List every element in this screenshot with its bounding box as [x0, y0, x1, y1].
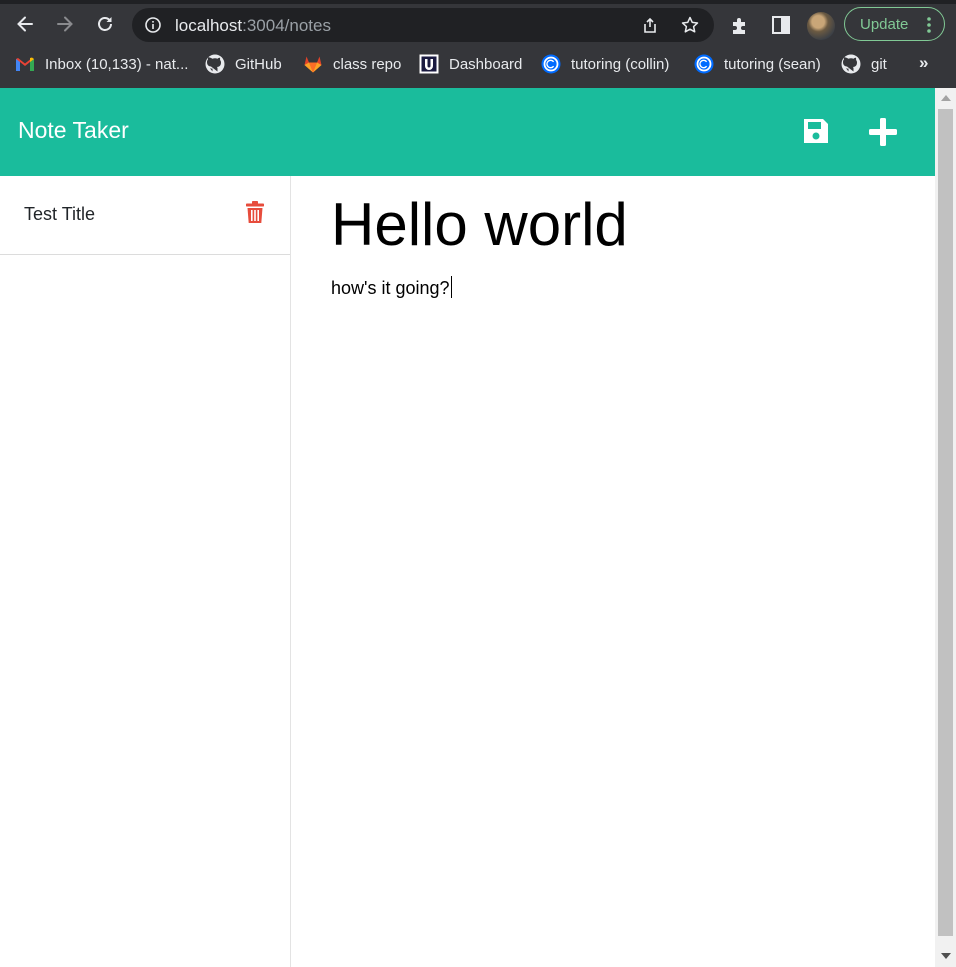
save-icon[interactable] — [801, 116, 831, 146]
text-cursor — [450, 276, 452, 298]
notes-sidebar: Test Title — [0, 176, 291, 967]
trash-icon[interactable] — [245, 201, 265, 224]
browser-toolbar: localhost:3004/notes Update — [0, 4, 956, 44]
scrollbar-thumb[interactable] — [938, 109, 953, 936]
calendly-icon — [541, 54, 561, 74]
bookmark-label: tutoring (collin) — [571, 55, 670, 73]
forward-button[interactable] — [50, 9, 80, 39]
more-menu-icon — [927, 17, 931, 33]
scroll-up-arrow-icon[interactable] — [941, 95, 951, 101]
gitlab-icon — [303, 54, 323, 74]
url-host: localhost — [175, 16, 243, 35]
note-editor: Hello world how's it going? — [291, 176, 935, 967]
note-text-value: how's it going? — [331, 278, 450, 298]
bookmark-git[interactable]: git — [841, 53, 887, 75]
bookmark-star-icon[interactable] — [680, 15, 700, 35]
bookmarks-overflow-button[interactable]: » — [919, 53, 928, 73]
github-icon — [841, 54, 861, 74]
bookmark-tutoring-sean[interactable]: tutoring (sean) — [694, 53, 821, 75]
note-title-input[interactable]: Hello world — [331, 190, 628, 259]
bookmark-dashboard[interactable]: Dashboard — [419, 53, 522, 75]
address-bar[interactable]: localhost:3004/notes — [132, 8, 714, 42]
update-button[interactable]: Update — [844, 7, 945, 41]
bookmark-label: class repo — [333, 55, 402, 73]
url-path: :3004/notes — [242, 16, 331, 35]
bookmark-tutoring-collin[interactable]: tutoring (collin) — [541, 53, 669, 75]
github-icon — [205, 54, 225, 74]
url-text[interactable]: localhost:3004/notes — [175, 16, 331, 36]
app-navbar: Note Taker — [0, 88, 935, 176]
bookmark-label: GitHub — [235, 55, 282, 73]
forward-arrow-icon — [57, 16, 73, 32]
reload-button[interactable] — [90, 9, 120, 39]
plus-icon[interactable] — [867, 116, 899, 148]
bookmark-label: Dashboard — [449, 55, 523, 73]
bookmark-label: Inbox (10,133) - nat... — [45, 55, 189, 73]
back-arrow-icon — [17, 16, 33, 32]
bookmark-inbox[interactable]: Inbox (10,133) - nat... — [15, 53, 188, 75]
page-scrollbar[interactable] — [935, 88, 956, 967]
side-panel-icon[interactable] — [770, 14, 792, 36]
list-item[interactable]: Test Title — [0, 176, 290, 255]
bookmarks-bar: Inbox (10,133) - nat... GitHub class rep… — [0, 48, 956, 80]
bookmark-label: tutoring (sean) — [724, 55, 821, 73]
app-brand[interactable]: Note Taker — [18, 117, 129, 144]
dashboard-icon — [419, 54, 439, 74]
note-list-title: Test Title — [24, 204, 96, 224]
share-icon[interactable] — [640, 15, 660, 35]
browser-chrome: localhost:3004/notes Update Inbox (10,13… — [0, 0, 956, 88]
note-taker-app: Note Taker Test Title Hello world how's — [0, 88, 935, 967]
bookmark-class-repo[interactable]: class repo — [303, 53, 401, 75]
gmail-icon — [15, 54, 35, 74]
reload-icon — [98, 17, 112, 31]
profile-avatar[interactable] — [807, 12, 835, 40]
note-text-area[interactable]: how's it going? — [331, 276, 452, 299]
scroll-down-arrow-icon[interactable] — [941, 953, 951, 959]
extensions-icon[interactable] — [729, 14, 751, 36]
calendly-icon — [694, 54, 714, 74]
site-info-icon[interactable] — [144, 16, 162, 34]
back-button[interactable] — [10, 9, 40, 39]
bookmark-label: git — [871, 55, 887, 73]
update-label: Update — [860, 16, 909, 33]
bookmark-github[interactable]: GitHub — [205, 53, 282, 75]
